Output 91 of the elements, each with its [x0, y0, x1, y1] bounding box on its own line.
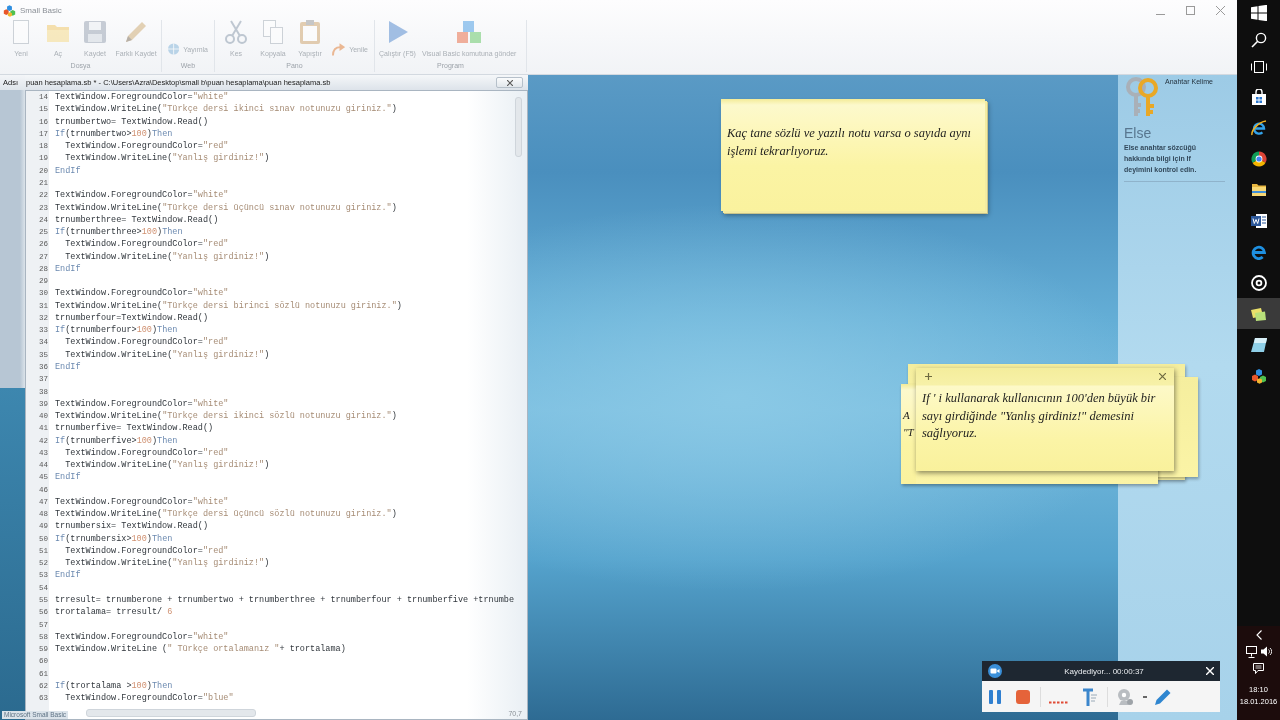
scissors-icon: [224, 20, 248, 44]
code-line: TextWindow.WriteLine("Yanlış girdiniz!"): [64, 460, 270, 471]
close-button[interactable]: [496, 77, 523, 88]
code-line: If(trnumberfive>100)Then: [55, 435, 178, 446]
cubes-icon: [1250, 367, 1267, 384]
pause-icon[interactable]: [989, 689, 1001, 704]
code-line: TextWindow.WriteLine("Türkçe dersi birinci sözlü notunuzu giriniz."): [55, 300, 402, 311]
document-tile-icon: [1250, 212, 1267, 229]
window-panes-icon[interactable]: [1250, 5, 1267, 21]
code-line: trnumberfive= TextWindow.Read(): [55, 423, 214, 434]
code-line: If(trnumbersix>100)Then: [55, 533, 173, 544]
code-line: TextWindow.WriteLine (" Türkçe ortalamanız "+ trortalama): [55, 644, 346, 655]
network-icon[interactable]: [1245, 645, 1257, 658]
code-line: EndIf: [55, 570, 81, 581]
code-line: TextWindow.WriteLine("Yanlış girdiniz!"): [64, 153, 270, 164]
pages-icon: [261, 20, 285, 44]
window-title: Small Basic: [20, 5, 62, 15]
scrollbar[interactable]: [515, 97, 522, 157]
code-line: trnumbersix= TextWindow.Read(): [55, 521, 209, 532]
note-text: Kaç tane sözlü ve yazılı notu varsa o sayıda aynı işlemi tekrarlıyoruz.: [727, 125, 973, 160]
code-line: TextWindow.ForegroundColor="white": [55, 190, 229, 201]
note-text: If ' i kullanarak kullanıcının 100'den büyük bir sayı girdiğinde "Yanlış girdiniz!" demesini sağlıyoruz.: [922, 390, 1157, 442]
code-line: TextWindow.ForegroundColor="white": [55, 288, 229, 299]
code-line: EndIf: [55, 472, 81, 483]
code-line: TextWindow.WriteLine("Yanlış girdiniz!"): [64, 558, 270, 569]
code-line: trnumbertwo= TextWindow.Read(): [55, 116, 209, 127]
help-title: Else: [1124, 125, 1152, 141]
code-line: TextWindow.WriteLine("Türkçe dersi ikinci sözlü notunuzu giriniz."): [55, 411, 397, 422]
scrollbar[interactable]: [86, 709, 256, 717]
pencil-icon[interactable]: [1155, 688, 1171, 705]
code-line: TextWindow.WriteLine("Türkçe dersi üçüncü sınav notunuzu giriniz."): [55, 202, 397, 213]
code-line: EndIf: [55, 165, 81, 176]
sticky-note[interactable]: A "T: [901, 384, 916, 484]
tilted-card-icon: [1250, 336, 1267, 353]
sticky-notes-icon: [1250, 305, 1267, 322]
camera-icon: [988, 664, 1002, 678]
code-line: trresult= trnumberone + trnumbertwo + trnumberthree + trnumberfour + trnumberfive +trnumbe: [55, 595, 515, 605]
shopping-bag-icon: [1250, 88, 1267, 105]
code-line: EndIf: [55, 361, 81, 372]
disc-icon: [1250, 274, 1267, 291]
code-line: If(trnumbertwo>100)Then: [55, 128, 173, 139]
code-line: If(trortalama >100)Then: [55, 680, 173, 691]
note-text: A: [903, 408, 910, 423]
code-line: TextWindow.ForegroundColor="white": [55, 631, 229, 642]
search-icon[interactable]: [1250, 31, 1267, 48]
clipboard-icon: [298, 20, 322, 44]
code-line: TextWindow.ForegroundColor="white": [55, 92, 229, 103]
cubes-icon: [3, 3, 16, 17]
code-line: If(trnumberthree>100)Then: [55, 227, 183, 238]
close-icon: [506, 79, 513, 86]
code-line: TextWindow.ForegroundColor="red": [64, 447, 229, 458]
taskbar-item[interactable]: [1237, 298, 1280, 329]
pin-icon[interactable]: [1083, 687, 1097, 706]
globe-icon: [168, 42, 180, 56]
code-line: EndIf: [55, 263, 81, 274]
speaker-icon[interactable]: [1260, 646, 1272, 657]
code-line: TextWindow.WriteLine("Türkçe dersi ikinci sınav notunuzu giriniz."): [55, 104, 397, 115]
code-line: TextWindow.ForegroundColor="white": [55, 496, 229, 507]
code-line: TextWindow.WriteLine("Yanlış girdiniz!"): [64, 251, 270, 262]
chevron-icon[interactable]: [1255, 629, 1262, 640]
pen-icon: [124, 20, 148, 44]
speech-bubble-icon[interactable]: [1253, 663, 1264, 674]
recording-status: Kaydediyor... 00:00:37: [1063, 666, 1145, 676]
letter-e-icon: [1250, 243, 1267, 260]
curved-arrow-icon: [332, 42, 346, 56]
code-line: trortalama= trresult/ 6: [55, 607, 173, 618]
code-line: TextWindow.ForegroundColor="blue": [64, 693, 234, 704]
code-line: TextWindow.ForegroundColor="white": [55, 398, 229, 409]
blocks-icon: [457, 20, 482, 44]
code-line: If(trnumberfour>100)Then: [55, 325, 178, 336]
folder-icon: [1250, 181, 1267, 198]
sticky-note[interactable]: If ' i kullanarak kullanıcının 100'den büyük bir sayı girdiğinde "Yanlış girdiniz!" demesini sağlıyoruz.: [916, 368, 1174, 471]
code-line: TextWindow.ForegroundColor="red": [64, 239, 229, 250]
code-line: trnumberthree= TextWindow.Read(): [55, 214, 219, 225]
code-line: trnumberfour=TextWindow.Read(): [55, 312, 209, 323]
code-line: TextWindow.ForegroundColor="red": [64, 141, 229, 152]
maximize-icon[interactable]: [1186, 5, 1195, 15]
dashed-line-icon[interactable]: [1049, 701, 1069, 704]
stop-icon[interactable]: [1016, 689, 1030, 704]
note-text: "T: [903, 425, 914, 440]
stacked-rectangles-icon[interactable]: [1250, 59, 1267, 75]
keys-icon: [1124, 77, 1160, 118]
plus-icon[interactable]: [925, 373, 932, 380]
code-line: TextWindow.WriteLine("Yanlış girdiniz!"): [64, 349, 270, 360]
letter-e-icon: [1250, 119, 1267, 136]
caret-icon[interactable]: [1143, 695, 1147, 698]
sticky-note[interactable]: Kaç tane sözlü ve yazılı notu varsa o sayıda aynı işlemi tekrarlıyoruz.: [721, 99, 985, 211]
code-line: TextWindow.ForegroundColor="red": [64, 337, 229, 348]
segmented-circle-icon: [1250, 150, 1267, 167]
code-line: TextWindow.ForegroundColor="red": [64, 545, 229, 556]
code-line: TextWindow.WriteLine("Türkçe dersi üçüncü sözlü notunuzu giriniz."): [55, 509, 397, 520]
